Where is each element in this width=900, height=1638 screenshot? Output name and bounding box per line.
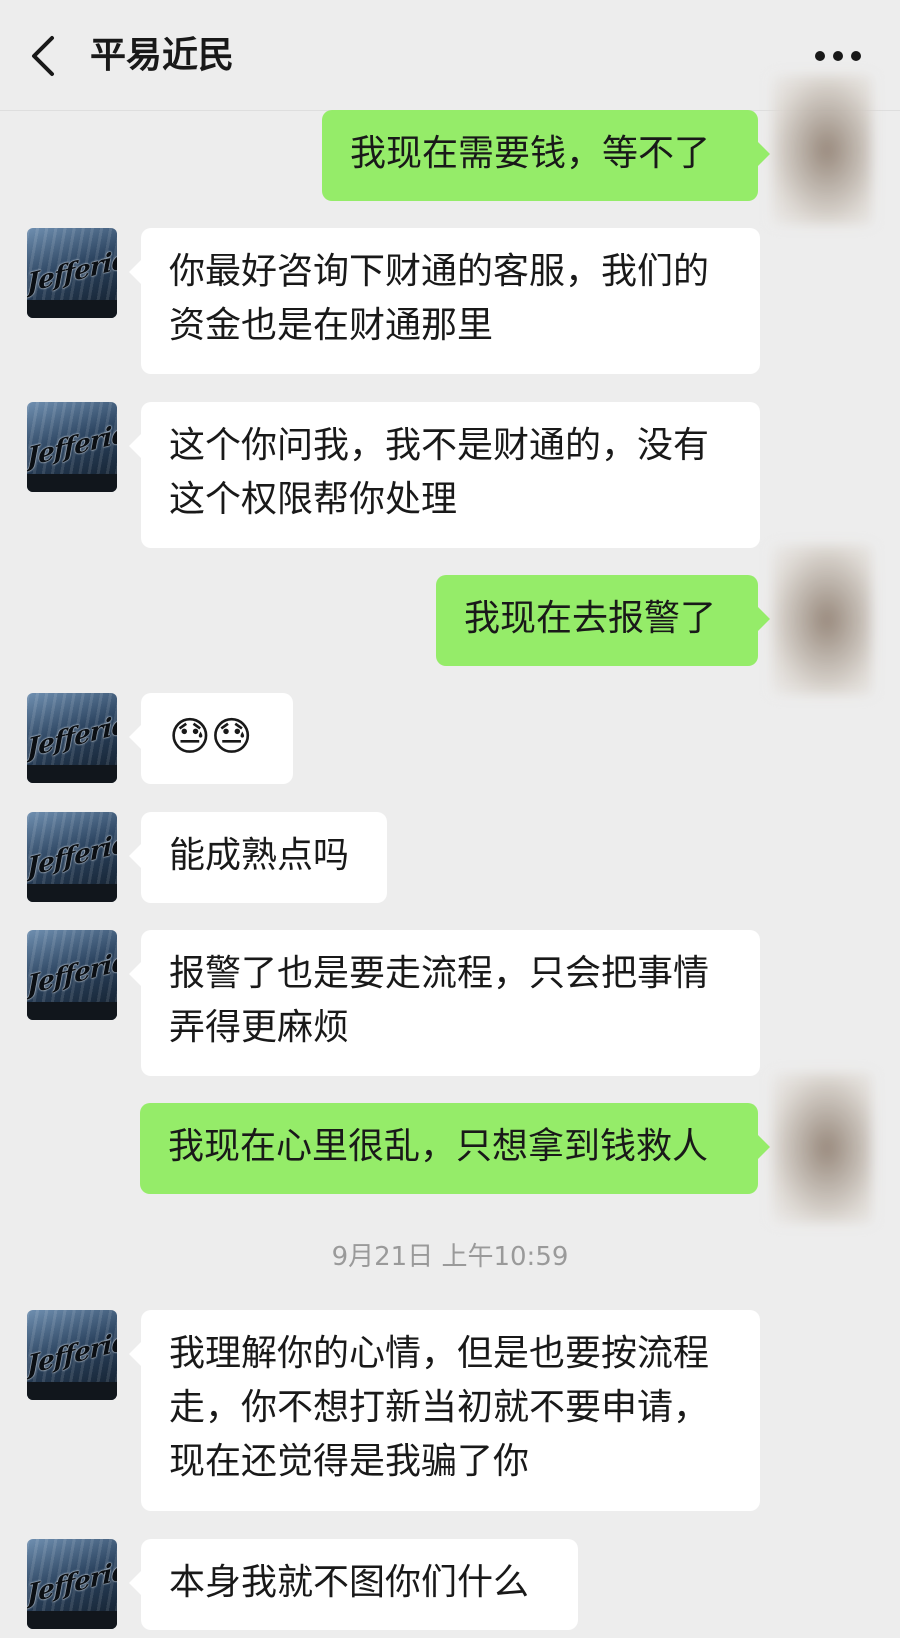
contact-avatar[interactable]: Jefferies [27,693,117,783]
more-options-button[interactable] [810,36,866,76]
message-bubble-outgoing[interactable]: 我现在去报警了 [436,575,770,666]
contact-avatar[interactable]: Jefferies [27,402,117,492]
contact-avatar[interactable]: Jefferies [27,812,117,902]
message-bubble-incoming[interactable]: 报警了也是要走流程，只会把事情 弄得更麻烦 [129,930,760,1076]
contact-avatar[interactable]: Jefferies [27,1539,117,1629]
back-button[interactable] [20,28,70,84]
contact-avatar[interactable]: Jefferies [27,1310,117,1400]
chevron-left-icon [32,36,54,76]
message-bubble-incoming[interactable]: 😓😓 [129,693,293,784]
self-avatar[interactable] [772,75,872,225]
chat-title: 平易近民 [90,35,235,76]
message-bubble-incoming[interactable]: 我理解你的心情，但是也要按流程 走，你不想打新当初就不要申请， 现在还觉得是我骗… [129,1310,760,1511]
self-avatar[interactable] [772,545,872,695]
message-bubble-incoming[interactable]: 你最好咨询下财通的客服，我们的 资金也是在财通那里 [129,228,760,374]
message-bubble-incoming[interactable]: 能成熟点吗 [129,812,387,903]
message-bubble-incoming[interactable]: 这个你问我，我不是财通的，没有 这个权限帮你处理 [129,402,760,548]
more-dots-icon [815,51,861,61]
message-timestamp: 9月21日 上午10:59 [331,1242,569,1272]
message-bubble-outgoing[interactable]: 我现在需要钱，等不了 [322,110,770,201]
message-bubble-outgoing[interactable]: 我现在心里很乱，只想拿到钱救人 [140,1103,770,1194]
chat-screen: 平易近民 我现在需要钱，等不了 Jefferies 你最好咨询下财通的客服，我们… [0,0,900,1638]
chat-header: 平易近民 [0,0,900,111]
self-avatar[interactable] [772,1073,872,1223]
contact-avatar[interactable]: Jefferies [27,228,117,318]
message-bubble-incoming[interactable]: 本身我就不图你们什么 [129,1539,578,1630]
contact-avatar[interactable]: Jefferies [27,930,117,1020]
